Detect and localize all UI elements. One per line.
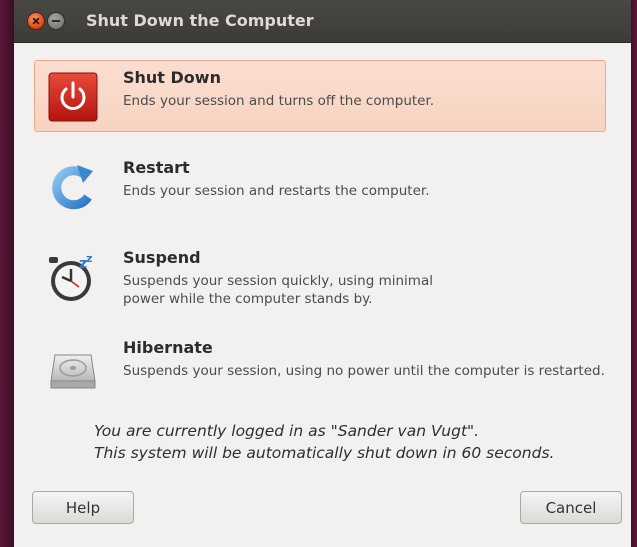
option-hibernate[interactable]: Hibernate Suspends your session, using n… <box>34 330 606 402</box>
option-description: Ends your session and restarts the compu… <box>123 183 430 199</box>
option-description-line: Suspends your session quickly, using min… <box>123 273 433 289</box>
suspend-clock-icon: z z <box>47 251 99 303</box>
hard-drive-icon <box>47 341 99 393</box>
option-restart[interactable]: Restart Ends your session and restarts t… <box>34 150 606 222</box>
restart-icon <box>47 161 99 213</box>
power-icon <box>47 71 99 123</box>
help-button[interactable]: Help <box>32 491 134 524</box>
option-title: Shut Down <box>123 68 221 87</box>
option-suspend[interactable]: z z Suspend Suspends your session quickl… <box>34 240 606 312</box>
option-title: Restart <box>123 158 190 177</box>
close-window-icon[interactable] <box>28 13 44 29</box>
option-description: Ends your session and turns off the comp… <box>123 93 435 109</box>
shutdown-dialog: Shut Down the Computer Shut Down Ends yo… <box>14 0 631 547</box>
status-message: You are currently logged in as "Sander v… <box>94 420 554 464</box>
window-title: Shut Down the Computer <box>86 11 314 30</box>
option-description: Suspends your session quickly, using min… <box>123 272 433 308</box>
option-title: Hibernate <box>123 338 213 357</box>
option-shut-down[interactable]: Shut Down Ends your session and turns of… <box>34 60 606 132</box>
minimize-window-icon[interactable] <box>48 13 64 29</box>
option-description-line: power while the computer stands by. <box>123 291 373 307</box>
title-bar[interactable]: Shut Down the Computer <box>14 0 631 43</box>
logged-in-text: You are currently logged in as "Sander v… <box>94 422 480 440</box>
svg-text:z: z <box>86 252 92 265</box>
cancel-button[interactable]: Cancel <box>520 491 622 524</box>
option-title: Suspend <box>123 248 201 267</box>
option-description: Suspends your session, using no power un… <box>123 363 605 379</box>
countdown-text: This system will be automatically shut d… <box>94 444 555 462</box>
desktop-background-left <box>0 0 14 547</box>
